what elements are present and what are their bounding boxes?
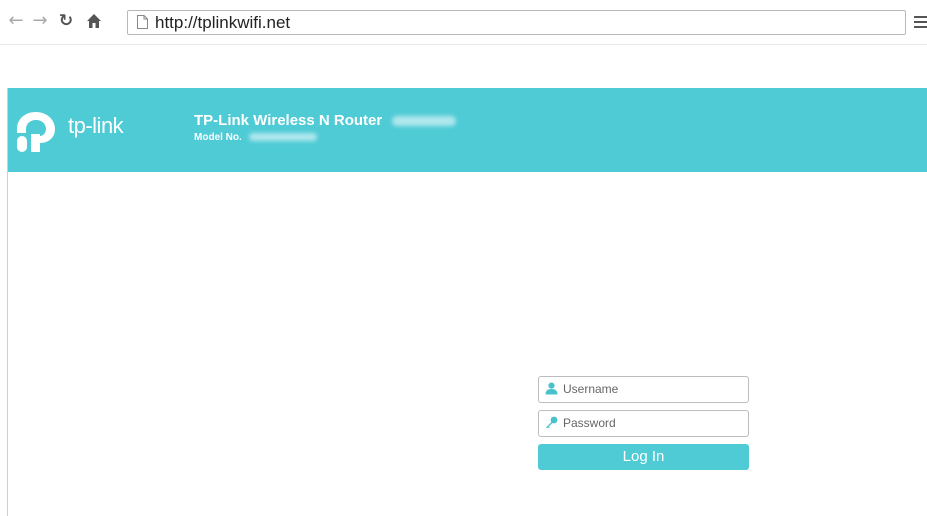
- brand-name: tp-link: [68, 113, 124, 138]
- reload-icon[interactable]: ↻: [56, 9, 76, 33]
- router-title-text: TP-Link Wireless N Router: [194, 112, 383, 129]
- username-field[interactable]: [538, 376, 749, 403]
- page-icon: [137, 15, 148, 34]
- model-label: Model No.: [194, 132, 242, 143]
- home-icon[interactable]: [84, 9, 104, 33]
- tp-link-logo: tp-link: [12, 109, 142, 153]
- password-field[interactable]: [538, 410, 749, 437]
- menu-icon[interactable]: [914, 16, 927, 31]
- arrow-left-icon[interactable]: ←: [6, 9, 26, 33]
- model-number: Model No.: [194, 132, 317, 143]
- address-bar[interactable]: http://tplinkwifi.net: [127, 10, 906, 35]
- router-title: TP-Link Wireless N Router: [194, 112, 457, 129]
- login-button[interactable]: Log In: [538, 444, 749, 470]
- url-text[interactable]: http://tplinkwifi.net: [155, 13, 290, 33]
- redacted-model-number: [248, 133, 317, 142]
- arrow-right-icon[interactable]: →: [30, 9, 50, 33]
- key-icon: [545, 416, 558, 434]
- password-input[interactable]: [563, 413, 741, 433]
- router-header: tp-link TP-Link Wireless N Router Model …: [8, 88, 927, 172]
- user-icon: [545, 382, 558, 400]
- username-input[interactable]: [563, 379, 741, 399]
- redacted-model-name: [392, 116, 457, 127]
- browser-toolbar: ← → ↻ http://tplinkwifi.net: [0, 0, 927, 45]
